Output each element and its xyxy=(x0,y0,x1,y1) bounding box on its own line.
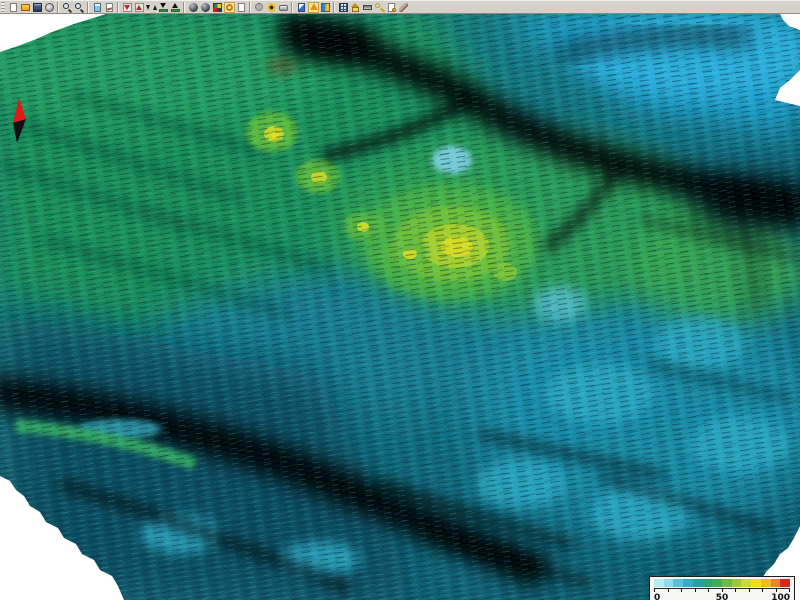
legend-color-segment xyxy=(712,579,722,587)
application-window: 0 50 100 xyxy=(0,0,800,600)
legend-color-segment xyxy=(780,579,790,587)
toolbar-separator xyxy=(117,2,119,13)
globe-wireframe-icon[interactable] xyxy=(44,2,55,13)
legend-tick xyxy=(735,589,736,592)
legend-tick xyxy=(708,589,709,592)
legend-tick xyxy=(668,589,669,592)
edit-pencil-icon[interactable] xyxy=(398,2,409,13)
survey-vehicle-icon[interactable] xyxy=(278,2,289,13)
blank-document-icon[interactable] xyxy=(236,2,247,13)
transfer-arrows-icon[interactable] xyxy=(146,2,157,13)
line-chart-icon[interactable] xyxy=(104,2,115,13)
target-badge-icon[interactable] xyxy=(266,2,277,13)
zoom-out-icon[interactable] xyxy=(74,2,85,13)
toolbar-grip[interactable] xyxy=(1,2,5,13)
legend-tick xyxy=(681,589,682,592)
legend-tick xyxy=(749,589,750,592)
legend-color-segment xyxy=(751,579,761,587)
legend-max-label: 100 xyxy=(771,593,790,600)
legend-color-segment xyxy=(771,579,781,587)
color-scale-legend: 0 50 100 xyxy=(649,576,795,600)
data-grid-icon[interactable] xyxy=(338,2,349,13)
new-document-icon[interactable] xyxy=(8,2,19,13)
legend-labels: 0 50 100 xyxy=(654,593,790,600)
document-panel-icon[interactable] xyxy=(92,2,103,13)
legend-tick xyxy=(654,589,655,592)
legend-tick xyxy=(762,589,763,592)
toolbar-separator xyxy=(183,2,185,13)
legend-color-segment xyxy=(654,579,664,587)
blue-document-icon[interactable] xyxy=(296,2,307,13)
upload-tray-icon[interactable] xyxy=(170,2,181,13)
toolbar-separator xyxy=(87,2,89,13)
open-folder-icon[interactable] xyxy=(20,2,31,13)
toolbar-separator xyxy=(249,2,251,13)
legend-color-segment xyxy=(693,579,703,587)
toolbar-separator xyxy=(57,2,59,13)
toolbar-separator xyxy=(333,2,335,13)
export-arrow-icon[interactable] xyxy=(134,2,145,13)
legend-color-segment xyxy=(703,579,713,587)
sphere-shaded-icon[interactable] xyxy=(200,2,211,13)
swap-view-icon[interactable] xyxy=(320,2,331,13)
legend-tick xyxy=(695,589,696,592)
legend-tick xyxy=(776,589,777,592)
legend-tick xyxy=(722,589,723,592)
legend-color-segment xyxy=(741,579,751,587)
legend-color-segment xyxy=(673,579,683,587)
legend-color-segment xyxy=(683,579,693,587)
legend-tick xyxy=(789,589,790,592)
legend-color-segment xyxy=(664,579,674,587)
main-toolbar xyxy=(0,0,800,14)
camera-icon[interactable] xyxy=(362,2,373,13)
home-icon[interactable] xyxy=(350,2,361,13)
toolbar-separator xyxy=(291,2,293,13)
legend-min-label: 0 xyxy=(654,593,660,600)
settings-gear-icon[interactable] xyxy=(254,2,265,13)
legend-mid-label: 50 xyxy=(716,593,729,600)
legend-color-segment xyxy=(761,579,771,587)
projection-globe-icon[interactable] xyxy=(224,2,235,13)
color-classes-icon[interactable] xyxy=(212,2,223,13)
download-tray-icon[interactable] xyxy=(158,2,169,13)
zoom-in-icon[interactable] xyxy=(62,2,73,13)
terrain-render xyxy=(0,14,800,600)
map-canvas[interactable] xyxy=(0,14,800,600)
legend-color-segment xyxy=(732,579,742,587)
save-icon[interactable] xyxy=(32,2,43,13)
attach-note-icon[interactable] xyxy=(386,2,397,13)
sphere-view-icon[interactable] xyxy=(188,2,199,13)
surface-model-icon[interactable] xyxy=(308,2,319,13)
key-icon[interactable] xyxy=(374,2,385,13)
import-arrow-icon[interactable] xyxy=(122,2,133,13)
legend-color-ramp xyxy=(654,579,790,587)
legend-color-segment xyxy=(722,579,732,587)
